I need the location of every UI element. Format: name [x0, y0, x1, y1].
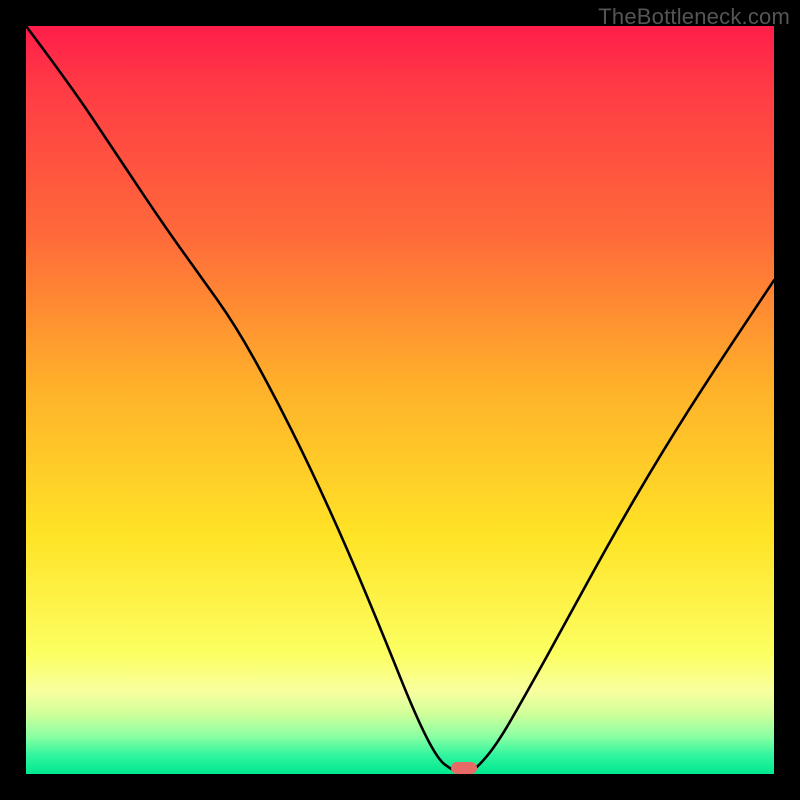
watermark-text: TheBottleneck.com — [598, 4, 790, 30]
chart-frame: TheBottleneck.com — [0, 0, 800, 800]
optimum-marker — [451, 762, 477, 774]
plot-area — [26, 26, 774, 774]
bottleneck-curve — [26, 26, 774, 774]
